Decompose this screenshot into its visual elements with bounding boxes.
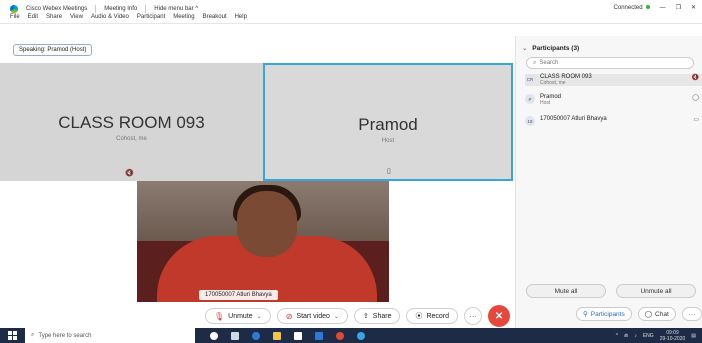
tile-role: Host <box>381 138 395 144</box>
menu-breakout[interactable]: Breakout <box>203 14 227 20</box>
video-name-label: 170050007 Atluri Bhavya <box>199 290 278 300</box>
connected-dot-icon <box>645 4 650 9</box>
tab-more[interactable]: ··· <box>681 307 702 321</box>
chat-icon: ◯ <box>644 311 653 318</box>
panel-actions: Mute all Unmute all <box>526 284 696 298</box>
menu-bar: File Edit Share View Audio & Video Parti… <box>10 14 247 20</box>
participant-row[interactable]: 18 170050007 Atluri Bhavya ▭ <box>525 116 702 126</box>
menu-participant[interactable]: Participant <box>137 14 165 20</box>
avatar: 18 <box>525 116 535 126</box>
store-icon[interactable] <box>294 331 302 340</box>
speaking-icon: ◯ <box>692 95 699 101</box>
muted-mic-icon: 🔇 <box>691 75 699 81</box>
video-on-icon: ▭ <box>693 117 699 123</box>
avatar: CR <box>525 74 535 84</box>
video-tile-classroom[interactable]: CLASS ROOM 093 Cohost, me 🔇 <box>0 63 263 181</box>
panel-title: Participants (3) <box>532 45 580 52</box>
tile-name: Pramod <box>358 115 418 134</box>
unmute-all-button[interactable]: Unmute all <box>616 284 696 298</box>
share-icon: ⇪ <box>362 313 369 320</box>
record-button[interactable]: ⦿ Record <box>406 308 459 324</box>
tab-participants[interactable]: ⚲ Participants <box>576 307 632 321</box>
connection-status: Connected <box>614 4 650 11</box>
app-name: Cisco Webex Meetings <box>26 6 88 12</box>
menu-meeting[interactable]: Meeting <box>173 14 194 20</box>
webex-taskbar-icon[interactable] <box>357 331 365 340</box>
tile-name: CLASS ROOM 093 <box>58 113 205 132</box>
meeting-info-button[interactable]: Meeting Info <box>104 6 137 12</box>
mail-icon[interactable] <box>315 331 323 340</box>
chevron-down-icon[interactable]: ⌄ <box>257 313 262 320</box>
close-button[interactable]: ✕ <box>691 4 696 11</box>
chevron-down-icon[interactable]: ⌄ <box>522 45 527 52</box>
panel-tabs: ⚲ Participants ◯ Chat ··· <box>576 307 702 321</box>
muted-mic-icon: 🔇 <box>125 170 134 177</box>
task-view-icon[interactable] <box>231 331 239 340</box>
volume-icon[interactable]: ♪ <box>634 333 637 339</box>
end-meeting-button[interactable]: ✕ <box>488 305 511 327</box>
start-video-button[interactable]: ⊘ Start video ⌄ <box>276 308 348 324</box>
menu-view[interactable]: View <box>70 14 83 20</box>
participants-panel: ⌄ Participants (3) ⌕ Search CR CLASS ROO… <box>515 36 702 328</box>
divider <box>95 5 97 13</box>
file-explorer-icon[interactable] <box>273 331 281 340</box>
participant-search-input[interactable]: ⌕ Search <box>526 57 694 69</box>
chrome-icon[interactable] <box>336 331 344 340</box>
panel-header[interactable]: ⌄ Participants (3) <box>522 44 579 52</box>
maximize-button[interactable]: ❐ <box>676 4 681 11</box>
tab-chat[interactable]: ◯ Chat <box>637 307 676 321</box>
meeting-controls: 🎙 Unmute ⌄ ⊘ Start video ⌄ ⇪ Share ⦿ Rec… <box>205 305 511 327</box>
unmute-button[interactable]: 🎙 Unmute ⌄ <box>205 308 271 324</box>
menu-audio-video[interactable]: Audio & Video <box>91 14 129 20</box>
divider <box>145 5 147 13</box>
windows-taskbar: ⌕ Type here to search ^ ⋒ ♪ ENG 09:09 29… <box>0 328 702 343</box>
language-indicator[interactable]: ENG <box>643 333 654 339</box>
tile-role: Cohost, me <box>116 136 147 142</box>
avatar: P <box>525 94 535 104</box>
video-off-icon: ⊘ <box>285 311 293 321</box>
titlebar-left: Cisco Webex Meetings Meeting Info Hide m… <box>10 5 198 13</box>
share-button[interactable]: ⇪ Share <box>353 308 401 324</box>
mic-muted-icon: 🎙 <box>214 311 225 321</box>
clock[interactable]: 09:09 29-10-2020 <box>660 330 686 342</box>
menu-share[interactable]: Share <box>46 14 62 20</box>
mute-all-button[interactable]: Mute all <box>526 284 606 298</box>
tray-chevron-icon[interactable]: ^ <box>616 333 618 339</box>
record-icon: ⦿ <box>415 313 423 320</box>
notifications-icon[interactable]: ▤ <box>691 333 696 339</box>
participant-role: Host <box>540 100 551 106</box>
participant-name: 170050007 Atluri Bhavya <box>540 116 607 122</box>
network-icon[interactable]: ⋒ <box>624 333 628 339</box>
webex-logo-icon <box>10 5 18 13</box>
window-titlebar: Cisco Webex Meetings Meeting Info Hide m… <box>0 0 702 24</box>
device-icon: ▯ <box>387 168 391 175</box>
menu-edit[interactable]: Edit <box>28 14 38 20</box>
search-icon: ⌕ <box>31 332 35 338</box>
speaking-indicator: Speaking: Pramod (Host) <box>13 44 93 56</box>
minimize-button[interactable]: — <box>660 5 666 11</box>
titlebar-right: Connected — ❐ ✕ <box>614 4 696 11</box>
cortana-icon[interactable] <box>210 331 218 340</box>
participant-row[interactable]: CR CLASS ROOM 093 Cohost, me 🔇 <box>525 74 702 86</box>
windows-start-icon[interactable] <box>8 331 17 340</box>
active-video-feed[interactable]: 170050007 Atluri Bhavya <box>137 181 389 302</box>
video-person-head <box>237 191 297 257</box>
participant-role: Cohost, me <box>540 80 566 86</box>
menu-help[interactable]: Help <box>235 14 247 20</box>
menu-file[interactable]: File <box>10 14 20 20</box>
video-tile-pramod[interactable]: Pramod Host ▯ <box>263 63 513 181</box>
participants-icon: ⚲ <box>583 311 588 318</box>
more-options-button[interactable]: ··· <box>464 307 483 325</box>
hide-menu-button[interactable]: Hide menu bar ^ <box>154 6 198 12</box>
edge-icon[interactable] <box>252 331 260 340</box>
chevron-down-icon[interactable]: ⌄ <box>334 313 339 320</box>
system-tray: ^ ⋒ ♪ ENG 09:09 29-10-2020 ▤ <box>616 330 696 342</box>
taskbar-apps <box>210 331 365 340</box>
participant-row[interactable]: P Pramod Host ◯ <box>525 94 702 106</box>
taskbar-search-input[interactable]: ⌕ Type here to search <box>25 328 195 343</box>
search-icon: ⌕ <box>533 59 537 66</box>
